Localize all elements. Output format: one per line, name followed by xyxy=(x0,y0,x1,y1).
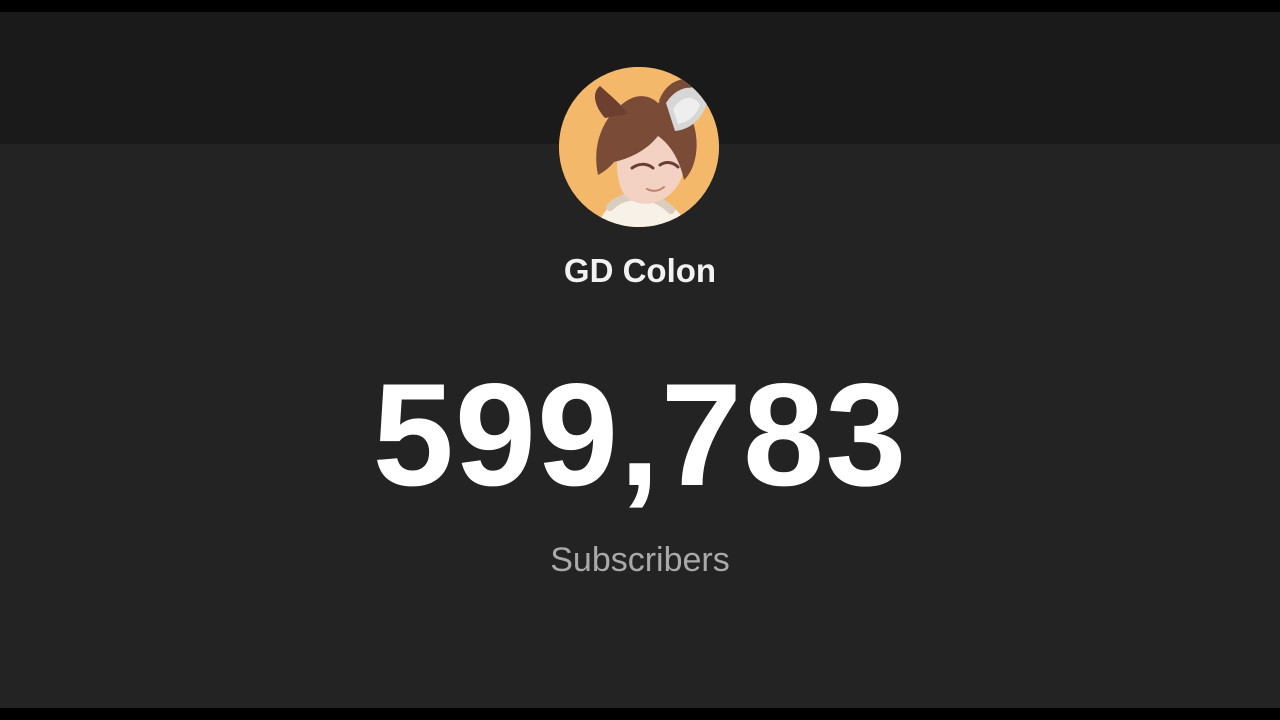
channel-name: GD Colon xyxy=(563,252,717,289)
anime-avatar-icon xyxy=(559,67,719,227)
subscriber-count: 599,783 xyxy=(372,353,908,516)
channel-avatar xyxy=(559,67,719,227)
video-frame: GD Colon 599,783 Subscribers xyxy=(0,0,1280,720)
subscriber-label: Subscribers xyxy=(550,541,730,579)
